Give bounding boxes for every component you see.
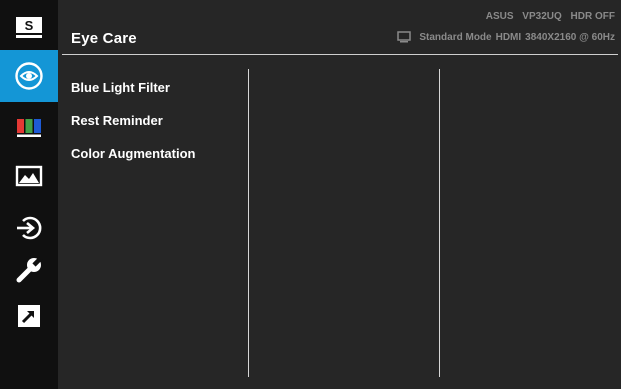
resolution-label: 3840X2160 @ 60Hz <box>525 31 615 43</box>
input-label: HDMI <box>495 31 522 43</box>
menu-item-blue-light-filter[interactable]: Blue Light Filter <box>71 78 195 111</box>
input-select-icon <box>17 216 42 240</box>
splendid-letter: S <box>25 18 34 33</box>
menu-item-color-augmentation[interactable]: Color Augmentation <box>71 144 195 177</box>
sidebar-item-shortcut[interactable] <box>0 296 58 336</box>
main-panel: Eye Care ASUS VP32UQ HDR OFF Standard Mo… <box>58 0 621 389</box>
osd-menu: S Eye Care ASUS VP32UQ HDR OFF Standard … <box>0 0 621 389</box>
monitor-icon <box>397 31 412 43</box>
sidebar-item-system-setup[interactable] <box>0 250 58 290</box>
eye-care-icon <box>15 62 43 90</box>
sidebar-item-image[interactable] <box>0 156 58 196</box>
sidebar-item-splendid[interactable]: S <box>0 8 58 48</box>
splendid-icon: S <box>16 17 42 38</box>
menu-list: Blue Light Filter Rest Reminder Color Au… <box>71 78 195 177</box>
sidebar: S <box>0 0 58 389</box>
color-icon <box>17 119 41 137</box>
column-divider <box>248 69 249 377</box>
sidebar-item-eye-care[interactable] <box>0 50 58 102</box>
sidebar-item-input-select[interactable] <box>0 208 58 248</box>
model-label: VP32UQ <box>522 11 562 22</box>
page-title: Eye Care <box>71 30 137 47</box>
sidebar-item-color[interactable] <box>0 108 58 148</box>
hdr-status: HDR OFF <box>570 11 615 22</box>
column-divider <box>439 69 440 377</box>
image-icon <box>15 165 43 187</box>
menu-item-rest-reminder[interactable]: Rest Reminder <box>71 111 195 144</box>
status-mode-line: Standard Mode HDMI 3840X2160 @ 60Hz <box>397 31 615 43</box>
brand-label: ASUS <box>485 11 514 22</box>
header-divider <box>62 54 618 55</box>
shortcut-icon <box>18 305 40 327</box>
mode-label: Standard Mode <box>419 31 492 43</box>
status-model-line: ASUS VP32UQ HDR OFF <box>480 11 615 22</box>
system-setup-icon <box>16 255 44 283</box>
